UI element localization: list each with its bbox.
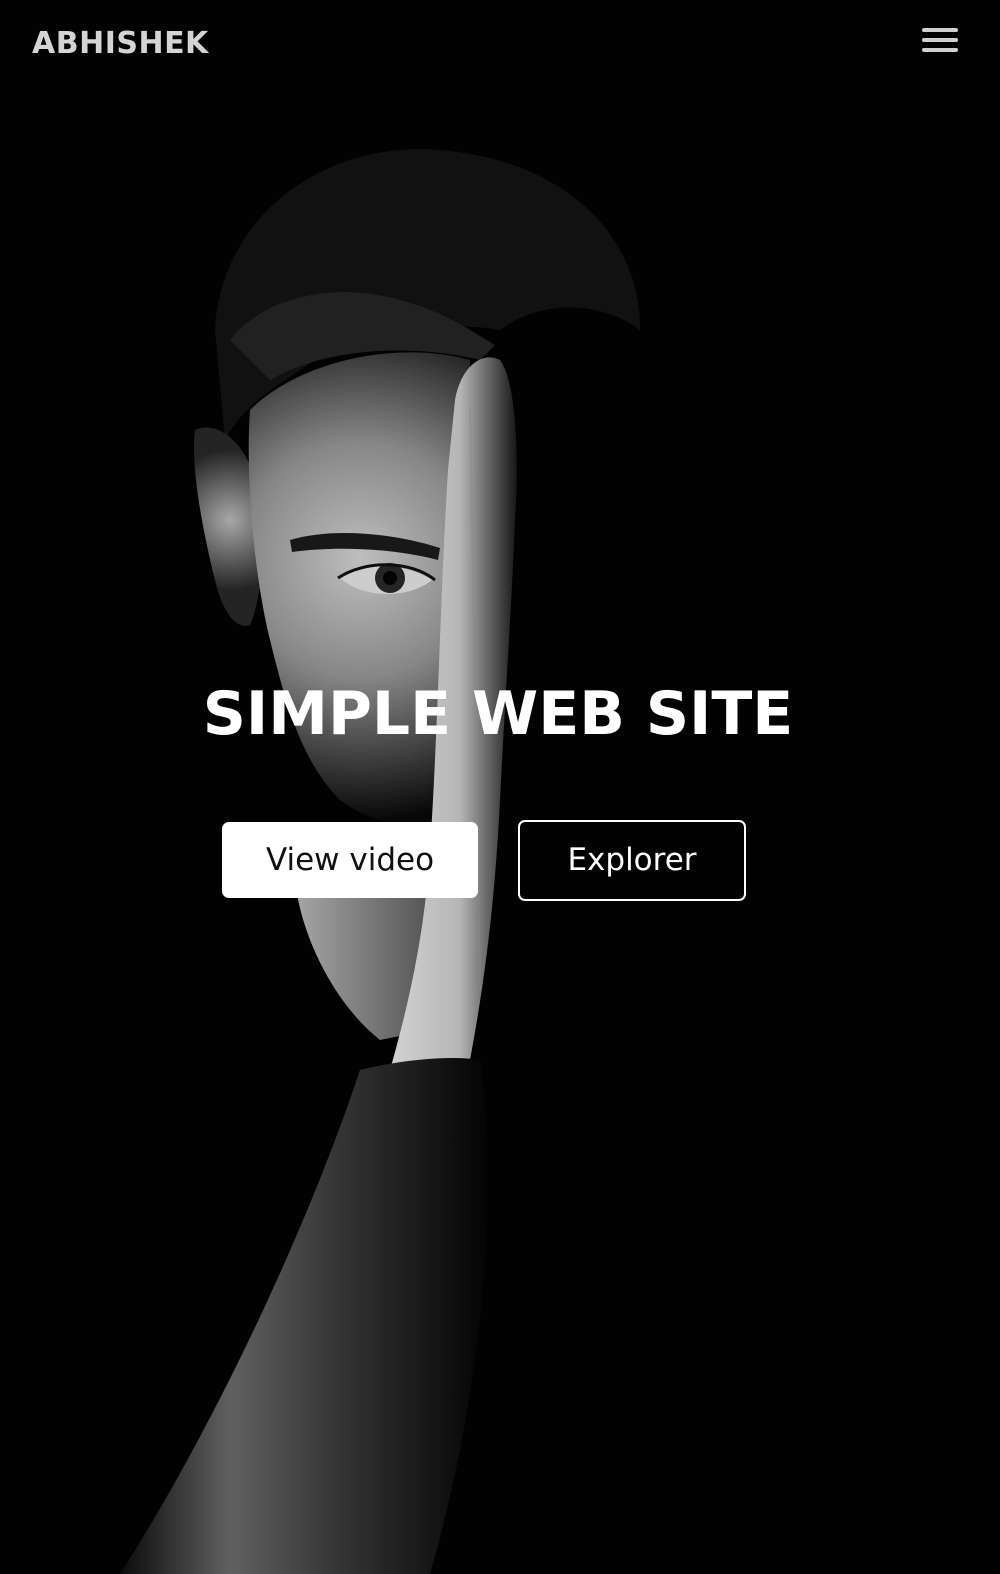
menu-bar-bottom <box>922 48 958 52</box>
explorer-button[interactable]: Explorer <box>518 820 746 901</box>
landing-page: ABHISHEK SIMPLE WEB SITE View video Expl… <box>0 0 1000 1574</box>
hero-title: SIMPLE WEB SITE <box>202 679 794 749</box>
brand-logo-text[interactable]: ABHISHEK <box>32 24 209 64</box>
hero-background-photo <box>0 0 1000 1574</box>
menu-bar-middle <box>922 38 958 42</box>
hamburger-menu-icon[interactable] <box>918 24 962 58</box>
view-video-button-label: View video <box>265 841 435 878</box>
view-video-button[interactable]: View video <box>222 822 478 898</box>
explorer-button-label: Explorer <box>567 842 697 878</box>
menu-bar-top <box>922 28 958 32</box>
top-navbar: ABHISHEK <box>0 0 1000 90</box>
